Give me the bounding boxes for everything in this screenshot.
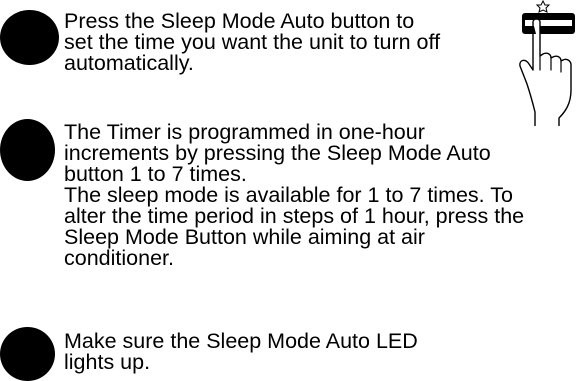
bullet-3: [0, 327, 55, 381]
step-3-text: Make sure the Sleep Mode Auto LED lights…: [64, 329, 418, 374]
step-2-line: alter the time period in steps of 1 hour…: [64, 204, 525, 228]
step-1-line: Press the Sleep Mode Auto button to: [64, 9, 415, 33]
step-2-line: Sleep Mode Button while aiming at air: [64, 225, 425, 249]
step-2-line: button 1 to 7 times.: [64, 162, 247, 186]
step-3-line: Make sure the Sleep Mode Auto LED: [64, 329, 418, 353]
hand-pressing-button-icon: [519, 0, 575, 126]
step-1-line: set the time you want the unit to turn o…: [64, 30, 441, 54]
step-2-line: The Timer is programmed in one-hour: [64, 120, 425, 144]
bullet-2: [0, 119, 55, 181]
step-1-line: automatically.: [64, 51, 194, 75]
bullet-1: [0, 10, 59, 65]
step-2-line: conditioner.: [64, 246, 174, 270]
step-2-line: The sleep mode is available for 1 to 7 t…: [64, 183, 513, 207]
step-3-line: lights up.: [64, 350, 151, 374]
step-1-text: Press the Sleep Mode Auto button to set …: [64, 9, 441, 75]
step-2-line: increments by pressing the Sleep Mode Au…: [64, 141, 491, 165]
step-2-text: The Timer is programmed in one-hour incr…: [64, 120, 525, 270]
